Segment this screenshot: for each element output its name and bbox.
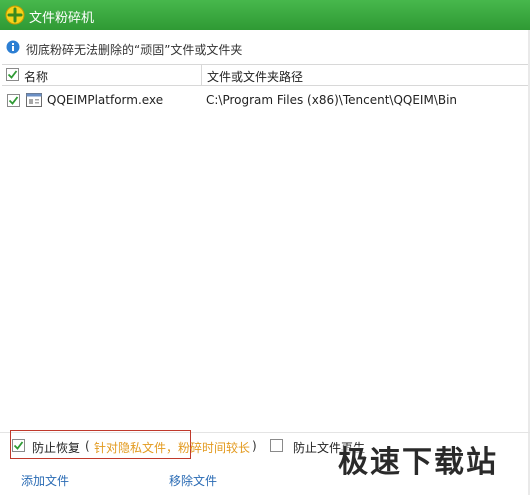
window-title: 文件粉碎机: [29, 11, 95, 26]
table-row[interactable]: QQEIMPlatform.exe C:\Program Files (x86)…: [2, 88, 528, 112]
watermark: 极速下载站: [338, 445, 498, 480]
row-checkbox[interactable]: [7, 94, 20, 107]
shredder-icon: [5, 5, 25, 25]
prevent-recovery-checkbox[interactable]: [12, 439, 25, 452]
remove-file-button[interactable]: 移除文件: [169, 472, 217, 489]
info-text: 彻底粉碎无法删除的“顽固”文件或文件夹: [26, 43, 243, 57]
column-header-path[interactable]: 文件或文件夹路径: [207, 68, 303, 85]
file-table-header: 名称 文件或文件夹路径: [2, 64, 528, 86]
column-separator[interactable]: [201, 65, 202, 86]
prevent-recovery-label[interactable]: 防止恢复: [32, 439, 80, 456]
add-file-button[interactable]: 添加文件: [21, 472, 69, 489]
prevent-recovery-hint: 针对隐私文件，粉碎时间较长: [94, 441, 251, 455]
column-header-name[interactable]: 名称: [24, 68, 48, 85]
hint-paren-close: ): [252, 439, 257, 453]
info-bar: 彻底粉碎无法删除的“顽固”文件或文件夹: [0, 30, 530, 64]
hint-paren-open: (: [85, 439, 90, 453]
file-name: QQEIMPlatform.exe: [47, 93, 164, 107]
select-all-checkbox[interactable]: [6, 68, 19, 81]
file-path: C:\Program Files (x86)\Tencent\QQEIM\Bin: [206, 93, 458, 107]
title-bar: 文件粉碎机: [0, 0, 530, 30]
info-icon: [6, 40, 20, 54]
second-option-checkbox[interactable]: [270, 439, 283, 452]
exe-file-icon: [26, 93, 42, 107]
